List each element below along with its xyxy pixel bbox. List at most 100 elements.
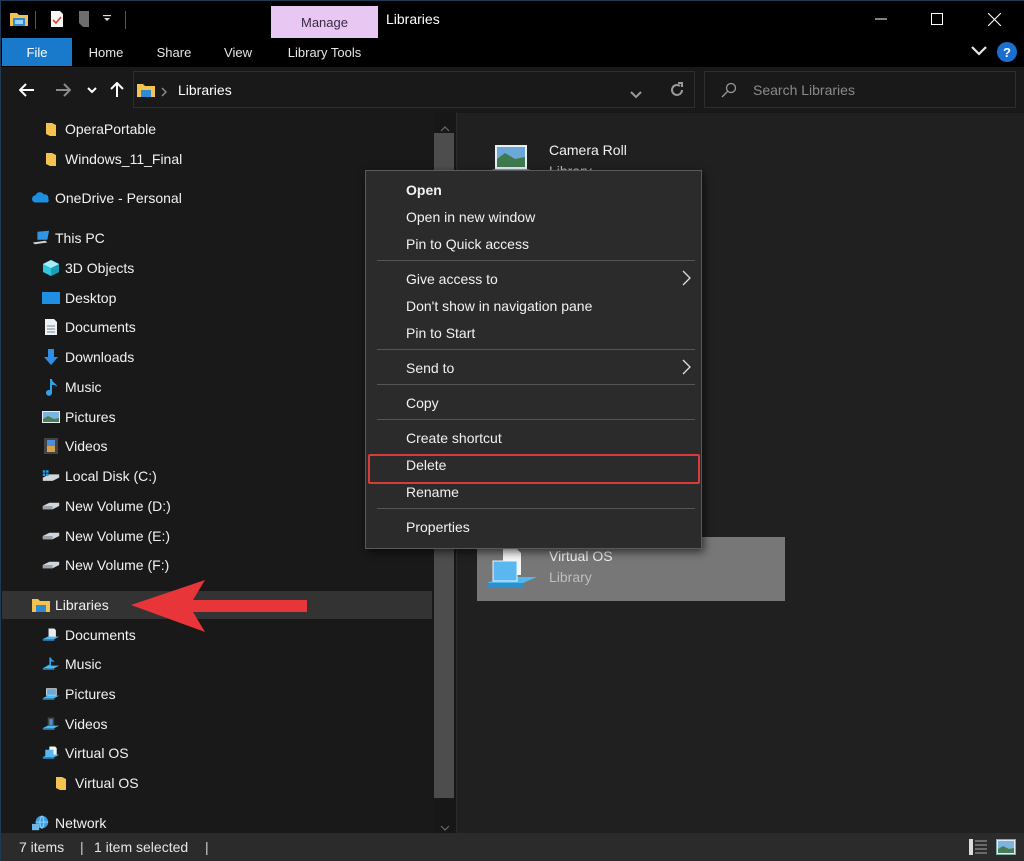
menu-separator [377, 260, 695, 261]
menu-item-give-access-to[interactable]: Give access to [366, 265, 701, 292]
menu-item-pin-to-quick-access[interactable]: Pin to Quick access [366, 230, 701, 257]
menu-item-open-in-new-window[interactable]: Open in new window [366, 203, 701, 230]
menu-item-pin-to-start[interactable]: Pin to Start [366, 319, 701, 346]
nav-item-new-volume-f[interactable]: New Volume (F:) [2, 551, 432, 579]
status-separator: | [205, 839, 209, 855]
downloads-icon [42, 348, 60, 366]
forward-button[interactable] [53, 79, 73, 101]
menu-item-label: Give access to [406, 270, 498, 287]
status-separator: | [80, 839, 84, 855]
arrow-up-icon [110, 82, 124, 97]
minimize-button[interactable] [858, 1, 904, 37]
library-icon [42, 744, 60, 762]
search-input[interactable]: Search Libraries [704, 71, 1016, 108]
expand-ribbon-button[interactable] [971, 43, 987, 61]
tab-file[interactable]: File [2, 38, 72, 66]
maximize-button[interactable] [914, 1, 960, 37]
address-dropdown-button[interactable] [630, 86, 642, 104]
tab-library-tools[interactable]: Library Tools [271, 38, 378, 66]
nav-item-videos[interactable]: Videos [2, 710, 432, 738]
title-bar: Manage Libraries [1, 1, 1024, 38]
pictures-icon [42, 408, 60, 426]
music-icon [42, 378, 60, 396]
submenu-chevron-right-icon [682, 270, 691, 289]
item-count: 7 items [19, 839, 65, 855]
menu-item-label: Send to [406, 359, 455, 376]
nav-item-virtual-os[interactable]: Virtual OS [2, 769, 432, 797]
nav-item-pictures[interactable]: Pictures [2, 680, 432, 708]
close-icon [987, 12, 1001, 26]
large-icons-view-icon [996, 839, 1016, 855]
network-icon [32, 814, 50, 832]
properties-icon[interactable] [50, 9, 64, 29]
menu-item-label: Properties [406, 518, 470, 535]
details-view-button[interactable] [969, 839, 987, 858]
nav-item-label: New Volume (D:) [65, 498, 171, 514]
chevron-down-icon [87, 86, 97, 93]
nav-item-label: Local Disk (C:) [65, 468, 157, 484]
libraries-icon [137, 82, 155, 103]
tab-view[interactable]: View [215, 38, 261, 66]
menu-separator [377, 419, 695, 420]
nav-item-operaportable[interactable]: OperaPortable [2, 115, 432, 143]
customize-dropdown-icon[interactable] [102, 9, 112, 29]
nav-item-label: Documents [65, 319, 136, 335]
menu-item-label: Open [406, 181, 442, 198]
nav-item-label: Virtual OS [65, 745, 129, 761]
manage-contextual-tab[interactable]: Manage [271, 6, 378, 38]
documents-icon [42, 318, 60, 336]
help-icon[interactable]: ? [997, 42, 1017, 62]
breadcrumb-libraries[interactable]: Libraries [178, 82, 232, 98]
nav-item-label: Documents [65, 627, 136, 643]
drive-icon [42, 527, 60, 545]
menu-item-properties[interactable]: Properties [366, 513, 701, 540]
new-folder-icon[interactable] [78, 9, 90, 29]
menu-item-label: Copy [406, 394, 439, 411]
tab-home[interactable]: Home [79, 38, 133, 66]
nav-item-label: 3D Objects [65, 260, 135, 276]
menu-item-don-t-show-in-navigation-pane[interactable]: Don't show in navigation pane [366, 292, 701, 319]
nav-item-label: New Volume (E:) [65, 528, 171, 544]
menu-separator [377, 384, 695, 385]
refresh-button[interactable] [669, 82, 685, 103]
search-icon [721, 82, 737, 103]
nav-item-label: Music [65, 656, 102, 672]
menu-item-label: Pin to Start [406, 324, 476, 341]
arrow-left-icon [19, 83, 34, 97]
nav-item-label: Downloads [65, 349, 135, 365]
nav-item-label: Desktop [65, 290, 117, 306]
menu-item-create-shortcut[interactable]: Create shortcut [366, 424, 701, 451]
nav-item-music[interactable]: Music [2, 650, 432, 678]
menu-item-copy[interactable]: Copy [366, 389, 701, 416]
up-button[interactable] [108, 79, 126, 101]
library-type: Library [549, 569, 592, 585]
delete-highlight-annotation [368, 454, 700, 484]
libraries-icon [32, 596, 50, 614]
videos-icon [42, 437, 60, 455]
nav-item-virtual-os[interactable]: Virtual OS [2, 739, 432, 767]
close-button[interactable] [971, 1, 1017, 37]
menu-item-send-to[interactable]: Send to [366, 354, 701, 381]
large-icons-view-button[interactable] [996, 839, 1016, 858]
menu-item-label: Open in new window [406, 208, 536, 225]
ribbon-tabs: File Home Share View Library Tools ? [1, 38, 1024, 67]
nav-item-windows-11-final[interactable]: Windows_11_Final [2, 145, 432, 173]
toolbar-separator [125, 11, 126, 29]
menu-separator [377, 508, 695, 509]
minimize-icon [875, 18, 887, 20]
menu-item-open[interactable]: Open [366, 176, 701, 203]
library-name: Camera Roll [549, 142, 627, 158]
context-menu: Open Open in new window Pin to Quick acces… [365, 170, 702, 549]
address-bar[interactable]: Libraries [133, 71, 695, 108]
desktop-icon [42, 289, 60, 307]
drive-icon [42, 497, 60, 515]
library-videos-icon [42, 715, 60, 733]
nav-item-label: Virtual OS [75, 775, 139, 791]
menu-separator [377, 349, 695, 350]
onedrive-cloud-icon [32, 189, 50, 207]
nav-item-label: Network [55, 815, 107, 831]
back-button[interactable] [17, 79, 37, 101]
tab-share[interactable]: Share [147, 38, 201, 66]
recent-locations-button[interactable] [85, 79, 99, 101]
menu-item-label: Don't show in navigation pane [406, 297, 593, 314]
